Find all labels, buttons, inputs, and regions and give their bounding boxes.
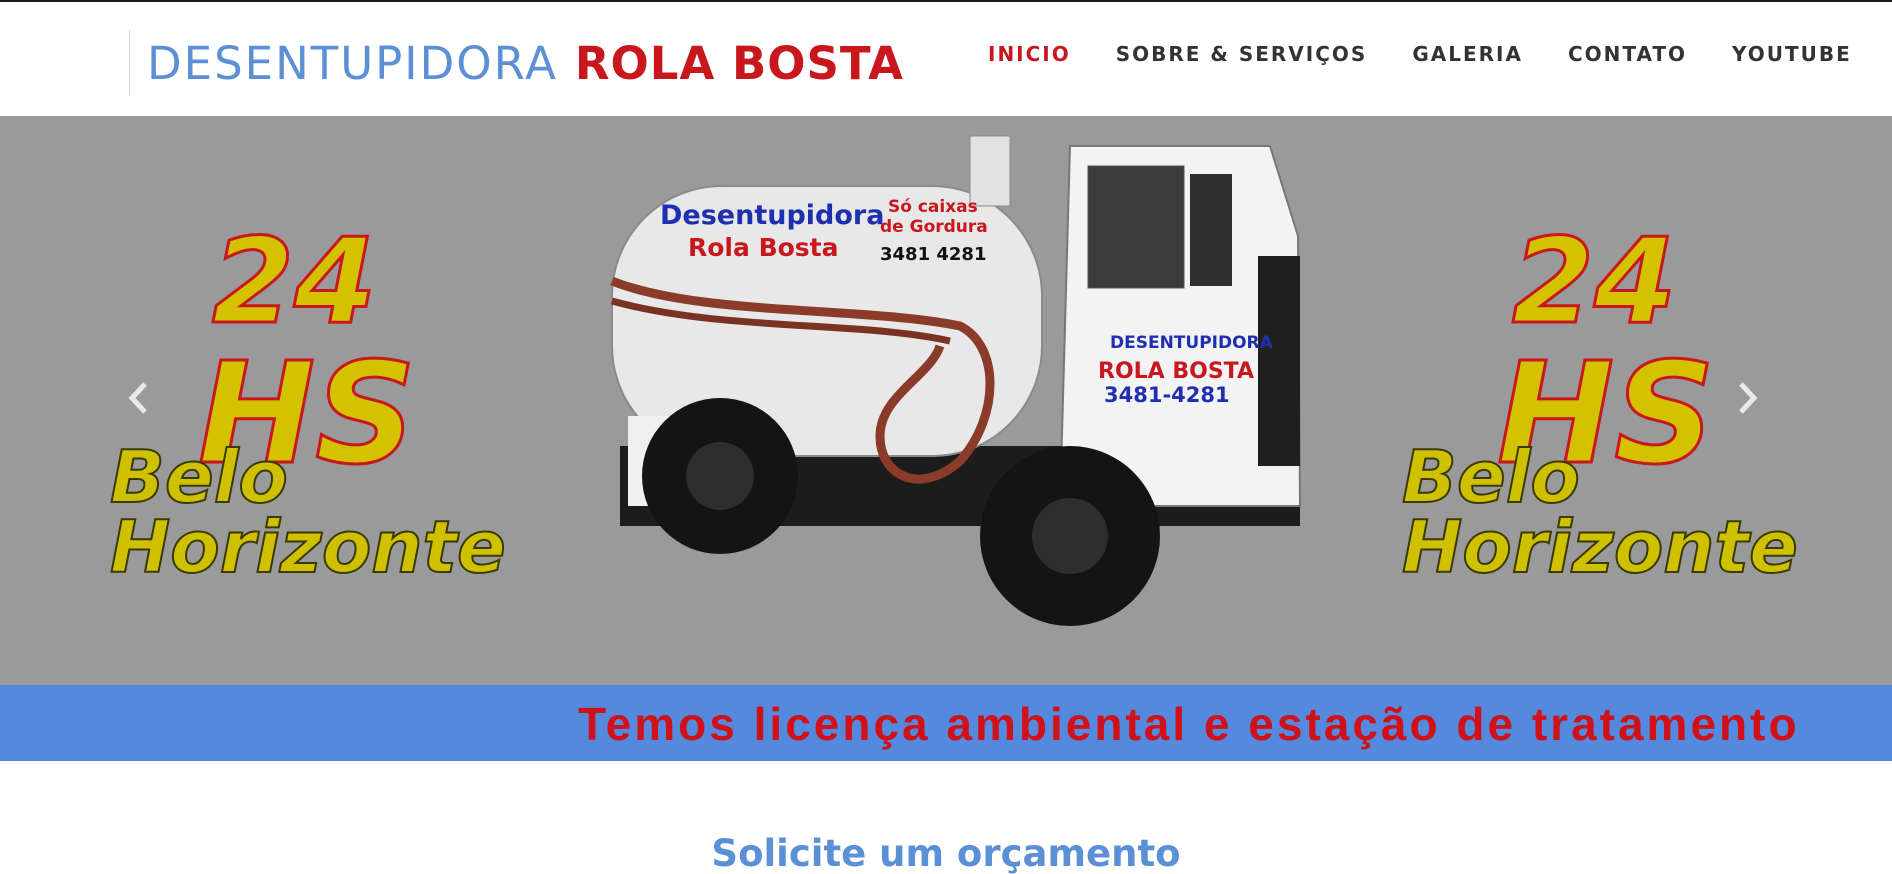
nav-item-inicio[interactable]: INICIO bbox=[988, 42, 1071, 66]
slide-image: 24 HS Belo Horizonte 24 HS Belo Horizont… bbox=[0, 116, 1892, 685]
chevron-right-icon bbox=[1739, 382, 1758, 414]
truck-tank-brand-1: Desentupidora bbox=[660, 200, 884, 231]
nav-item-youtube[interactable]: YOUTUBE bbox=[1732, 42, 1852, 66]
right-badge-city-2: Horizonte bbox=[1402, 505, 1798, 589]
hero-slider: 24 HS Belo Horizonte 24 HS Belo Horizont… bbox=[0, 116, 1892, 685]
nav-item-sobre-servicos[interactable]: SOBRE & SERVIÇOS bbox=[1116, 42, 1368, 66]
main-nav: INICIO SOBRE & SERVIÇOS GALERIA CONTATO … bbox=[988, 42, 1852, 66]
truck-tank-brand-2: Rola Bosta bbox=[688, 233, 839, 262]
truck-door-phone: 3481-4281 bbox=[1104, 383, 1230, 407]
site-header: DESENTUPIDORA ROLA BOSTA INICIO SOBRE & … bbox=[0, 2, 1892, 116]
truck-tank-phone: 3481 4281 bbox=[880, 244, 986, 265]
slider-next-button[interactable] bbox=[1730, 378, 1766, 418]
truck-tank-note-1: Só caixas bbox=[888, 197, 978, 217]
nav-item-contato[interactable]: CONTATO bbox=[1568, 42, 1687, 66]
ticker-text: Temos licença ambiental e estação de tra… bbox=[578, 698, 1800, 750]
slider-prev-button[interactable] bbox=[120, 378, 156, 418]
nav-item-galeria[interactable]: GALERIA bbox=[1412, 42, 1523, 66]
announcement-ticker: Temos licença ambiental e estação de tra… bbox=[0, 685, 1892, 761]
left-badge-number: 24 bbox=[212, 212, 376, 350]
brand-name-bold: ROLA BOSTA bbox=[574, 36, 904, 90]
truck-door-brand-2: ROLA BOSTA bbox=[1098, 359, 1254, 384]
brand-name-light: DESENTUPIDORA bbox=[147, 36, 558, 90]
site-logo[interactable]: DESENTUPIDORA ROLA BOSTA bbox=[129, 30, 904, 96]
truck-tank-note-2: de Gordura bbox=[880, 217, 988, 237]
chevron-left-icon bbox=[128, 382, 147, 414]
left-badge-city-2: Horizonte bbox=[110, 505, 506, 589]
truck-door-brand-1: DESENTUPIDORA bbox=[1110, 333, 1274, 353]
quote-section-title: Solicite um orçamento bbox=[711, 832, 1181, 874]
right-badge-number: 24 bbox=[1512, 212, 1676, 350]
